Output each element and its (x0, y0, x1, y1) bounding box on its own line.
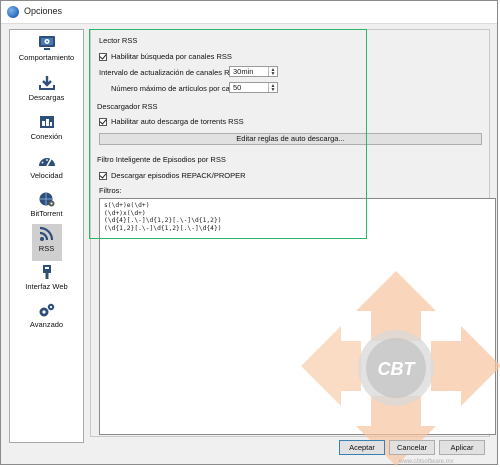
rss-settings-panel: Lector RSS Habilitar búsqueda por canale… (90, 29, 496, 437)
enable-rss-checkbox-row[interactable]: Habilitar búsqueda por canales RSS (99, 52, 232, 61)
enable-autodownload-label: Habilitar auto descarga de torrents RSS (111, 117, 244, 126)
spin-arrows[interactable]: ▲ ▼ (268, 83, 277, 92)
web-ui-icon (42, 265, 51, 279)
network-icon (39, 116, 54, 128)
watermark-footer-text: www.cbtsoftware.mx (399, 459, 454, 465)
filter-line: s(\d+)e(\d+) (104, 202, 150, 209)
sidebar-item-label: Descargas (28, 93, 65, 102)
enable-rss-label: Habilitar búsqueda por canales RSS (111, 52, 232, 61)
sidebar-item-label: Interfaz Web (25, 282, 68, 291)
options-window: Opciones Comportamiento Descargas Conexi… (0, 0, 500, 466)
repack-checkbox-row[interactable]: Descargar episodios REPACK/PROPER (99, 171, 246, 180)
category-sidebar: Comportamiento Descargas Conexión Veloci… (9, 29, 84, 443)
interval-spinbox[interactable]: 30min ▲ ▼ (229, 66, 278, 77)
episode-filter-title: Filtro Inteligente de Episodios por RSS (97, 155, 226, 164)
enable-autodownload-checkbox[interactable] (99, 117, 107, 126)
enable-rss-checkbox[interactable] (99, 52, 107, 61)
sidebar-item-descargas[interactable]: Descargas (10, 73, 83, 111)
rss-icon (39, 226, 53, 241)
accept-button[interactable]: Aceptar (339, 440, 385, 455)
sidebar-item-label: Avanzado (29, 320, 64, 329)
max-articles-value: 50 (233, 83, 242, 92)
speedometer-icon (38, 158, 55, 167)
sidebar-item-label: RSS (38, 244, 55, 253)
window-title: Opciones (24, 6, 63, 16)
filters-label: Filtros: (99, 186, 122, 195)
download-tray-icon (38, 76, 55, 90)
interval-value: 30min (233, 67, 254, 76)
apply-button[interactable]: Aplicar (439, 440, 485, 455)
app-icon (7, 6, 19, 18)
sidebar-item-bittorrent[interactable]: BitTorrent (10, 189, 83, 227)
cancel-button[interactable]: Cancelar (389, 440, 435, 455)
sidebar-item-comportamiento[interactable]: Comportamiento (10, 33, 83, 71)
title-bar: Opciones (1, 1, 497, 24)
filter-line: (\d+)x(\d+) (104, 209, 146, 217)
rss-downloader-title: Descargador RSS (97, 102, 158, 111)
monitor-gear-icon (38, 36, 55, 50)
rss-reader-title: Lector RSS (99, 36, 138, 45)
sidebar-item-label: Conexión (30, 132, 63, 141)
sidebar-item-label: BitTorrent (30, 209, 63, 218)
gears-icon (39, 303, 54, 317)
filter-line: (\d{4}[.\-]\d{1,2}[.\-]\d{1,2}) (104, 217, 222, 224)
max-articles-label: Número máximo de artículos por canal: (111, 84, 242, 93)
sidebar-item-label: Velocidad (30, 171, 63, 180)
filters-textarea[interactable]: s(\d+)e(\d+) (\d+)x(\d+) (\d{4}[.\-]\d{1… (99, 198, 496, 435)
repack-label: Descargar episodios REPACK/PROPER (111, 171, 246, 180)
sidebar-item-label: Comportamiento (18, 53, 75, 62)
sidebar-item-velocidad[interactable]: Velocidad (10, 151, 83, 189)
repack-checkbox[interactable] (99, 171, 107, 180)
sidebar-item-interfaz-web[interactable]: Interfaz Web (10, 262, 83, 300)
sidebar-item-rss[interactable]: RSS (10, 224, 83, 262)
filter-line: (\d{1,2}[.\-]\d{1,2}[.\-]\d{4}) (104, 224, 222, 232)
spin-arrows[interactable]: ▲ ▼ (268, 67, 277, 76)
max-articles-spinbox[interactable]: 50 ▲ ▼ (229, 82, 278, 93)
sidebar-item-conexion[interactable]: Conexión (10, 112, 83, 150)
sidebar-item-avanzado[interactable]: Avanzado (10, 300, 83, 338)
globe-gear-icon (39, 192, 54, 207)
interval-label: Intervalo de actualización de canales RS… (99, 68, 242, 77)
enable-autodownload-checkbox-row[interactable]: Habilitar auto descarga de torrents RSS (99, 117, 244, 126)
edit-rules-button[interactable]: Editar reglas de auto descarga... (99, 133, 482, 145)
